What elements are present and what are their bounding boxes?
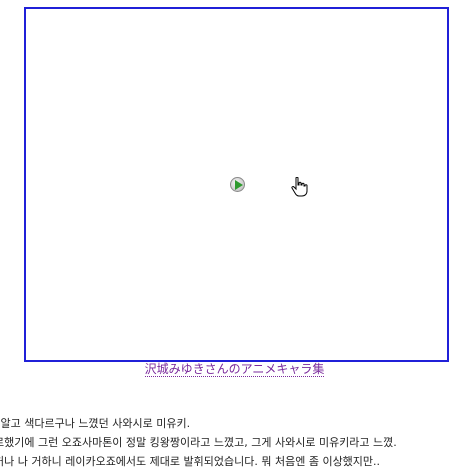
anime-character-collection-link[interactable]: 沢城みゆきさんのアニメキャラ集: [144, 362, 325, 377]
article-line: l 알고 색다르구나 느꼈던 사와시로 미유키.: [0, 417, 191, 430]
article-body: l 알고 색다르구나 느꼈던 사와시로 미유키. 로했기에 그런 오죠사마톤이 …: [0, 414, 469, 471]
article-line: 로했기에 그런 오죠사마톤이 정말 킹왕짱이라고 느꼈고, 그게 사와시로 미유…: [0, 436, 397, 449]
embedded-video-player[interactable]: [24, 7, 449, 362]
hand-cursor-icon: [291, 176, 309, 197]
caption-link-container: 沢城みゆきさんのアニメキャラ集: [0, 361, 469, 377]
play-button[interactable]: [230, 177, 245, 192]
play-icon: [235, 180, 243, 190]
article-line: 허나 나 거하니 레이카오죠에서도 제대로 발휘되었습니다. 뭐 처음엔 좀 이…: [0, 455, 381, 468]
